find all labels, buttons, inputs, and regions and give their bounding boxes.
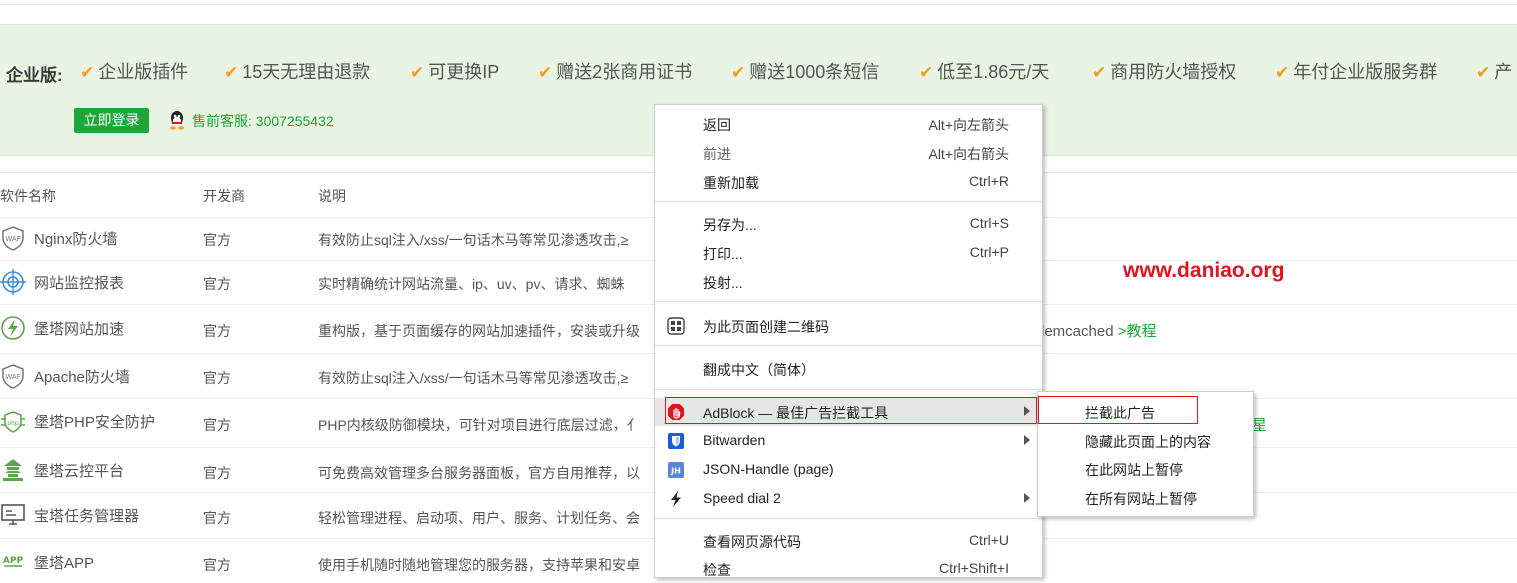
lightning-icon [671,491,681,507]
check-icon: ✔ [1275,63,1290,83]
submenu-item-pause-site[interactable]: 在此网站上暂停 [1038,454,1253,482]
qq-penguin-icon [170,111,184,130]
bitwarden-shield-icon [668,433,684,449]
software-name: 堡塔PHP安全防护 [34,414,155,431]
feature-item: ✔ 15天无理由退款 [224,62,371,83]
app-icon: APP [3,556,24,567]
extra-text: lemcached [1041,323,1114,340]
developer: 官方 [203,557,231,573]
context-menu: 返回 Alt+向左箭头 前进 Alt+向右箭头 重新加载 Ctrl+R 另存为... C… [654,104,1043,578]
feature-item: ✔ 赠送1000条短信 [731,62,880,83]
developer: 官方 [203,510,231,526]
menu-item-json-handle[interactable]: JH JSON-Handle (page) [655,456,1042,484]
target-icon [0,269,26,295]
menu-item-print[interactable]: 打印... Ctrl+P [655,239,1042,267]
svg-text:JH: JH [670,467,681,476]
feature-item: ✔ 产 [1476,62,1513,83]
service-text: 售前客服: 3007255432 [192,113,334,129]
highlight-box [1038,396,1198,424]
developer: 官方 [203,323,231,339]
menu-separator [655,345,1042,346]
check-icon: ✔ [80,63,95,83]
submenu-item-hide-content[interactable]: 隐藏此页面上的内容 [1038,426,1253,454]
menu-item-inspect[interactable]: 检查 Ctrl+Shift+I [655,555,1042,583]
software-name: 堡塔网站加速 [34,321,125,338]
feature-item: ✔ 企业版插件 [80,62,189,83]
menu-item-view-source[interactable]: 查看网页源代码 Ctrl+U [655,527,1042,555]
menu-item-cast[interactable]: 投射... [655,268,1042,296]
login-button[interactable]: 立即登录 [74,108,149,133]
developer: 官方 [203,465,231,481]
software-name: Apache防火墙 [34,369,130,386]
svg-text:php: php [7,420,19,427]
menu-item-translate[interactable]: 翻成中文（简体） [655,355,1042,383]
description: 重构版，基于页面缓存的网站加速插件，安装或升级 [318,323,640,339]
enterprise-title: 企业版: [6,66,63,85]
menu-item-back[interactable]: 返回 Alt+向左箭头 [655,110,1042,138]
feature-item: ✔ 赠送2张商用证书 [538,62,693,83]
developer: 官方 [203,417,231,433]
highlight-box [665,397,1037,424]
col-developer[interactable]: 开发商 [203,186,245,206]
description: 使用手机随时随地管理您的服务器，支持苹果和安卓 [318,557,640,573]
svg-text:APP: APP [3,556,24,566]
qr-code-icon [667,317,685,335]
feature-item: ✔ 年付企业版服务群 [1275,62,1438,83]
description: 轻松管理进程、启动项、用户、服务、计划任务、会 [318,510,640,526]
check-icon: ✔ [1092,63,1107,83]
description: 实时精确统计网站流量、ip、uv、pv、请求、蜘蛛 [318,276,625,292]
waf-icon: WAF [2,226,24,251]
submenu-arrow-icon [1024,493,1030,503]
col-software-name[interactable]: 软件名称 [0,186,56,206]
software-name: 网站监控报表 [34,275,125,292]
menu-item-save-as[interactable]: 另存为... Ctrl+S [655,210,1042,238]
software-name: 宝塔任务管理器 [34,508,140,525]
submenu-arrow-icon [1024,435,1030,445]
row-extra-text: lemcached >教程 [1041,320,1156,341]
feature-item: ✔ 可更换IP [410,62,500,83]
presales-service[interactable]: 售前客服: 3007255432 [168,110,334,131]
monitor-icon [1,504,25,525]
check-icon: ✔ [731,63,746,83]
jh-icon: JH [668,462,684,478]
svg-text:WAF: WAF [5,373,20,381]
watermark: www.daniao.org [1123,259,1285,282]
developer: 官方 [203,370,231,386]
check-icon: ✔ [919,63,934,83]
menu-item-reload[interactable]: 重新加载 Ctrl+R [655,168,1042,196]
col-description[interactable]: 说明 [318,186,346,206]
description: 有效防止sql注入/xss/一句话木马等常见渗透攻击,≥ [318,232,629,248]
row-extra-link[interactable]: 星 [1252,414,1267,435]
svg-text:WAF: WAF [5,235,20,243]
lightning-icon [1,316,25,340]
php-shield-icon: php [1,411,25,433]
waf-icon: WAF [2,364,24,389]
menu-item-forward[interactable]: 前进 Alt+向右箭头 [655,139,1042,167]
submenu-item-pause-all[interactable]: 在所有网站上暂停 [1038,483,1253,511]
menu-item-bitwarden[interactable]: Bitwarden [655,427,1042,455]
check-icon: ✔ [1476,63,1491,83]
tower-icon [3,459,23,481]
description: 有效防止sql注入/xss/一句话木马等常见渗透攻击,≥ [318,370,629,386]
menu-item-speed-dial[interactable]: Speed dial 2 [655,485,1042,513]
developer: 官方 [203,232,231,248]
description: 可免费高效管理多台服务器面板，官方自用推荐，以 [318,465,640,481]
feature-item: ✔ 商用防火墙授权 [1092,62,1237,83]
top-divider [0,4,1517,5]
tutorial-link[interactable]: >教程 [1118,323,1157,340]
check-icon: ✔ [224,63,239,83]
feature-item: ✔ 低至1.86元/天 [919,62,1050,83]
menu-separator [655,518,1042,519]
menu-separator [655,201,1042,202]
check-icon: ✔ [538,63,553,83]
description: PHP内核级防御模块，可针对项目进行底层过滤，亻 [318,417,641,433]
check-icon: ✔ [410,63,425,83]
software-name: Nginx防火墙 [34,231,118,248]
menu-item-qr-code[interactable]: 为此页面创建二维码 [655,312,1042,340]
menu-separator [655,389,1042,390]
software-name: 堡塔APP [34,555,95,572]
menu-separator [655,301,1042,302]
software-name: 堡塔云控平台 [34,463,125,480]
developer: 官方 [203,276,231,292]
